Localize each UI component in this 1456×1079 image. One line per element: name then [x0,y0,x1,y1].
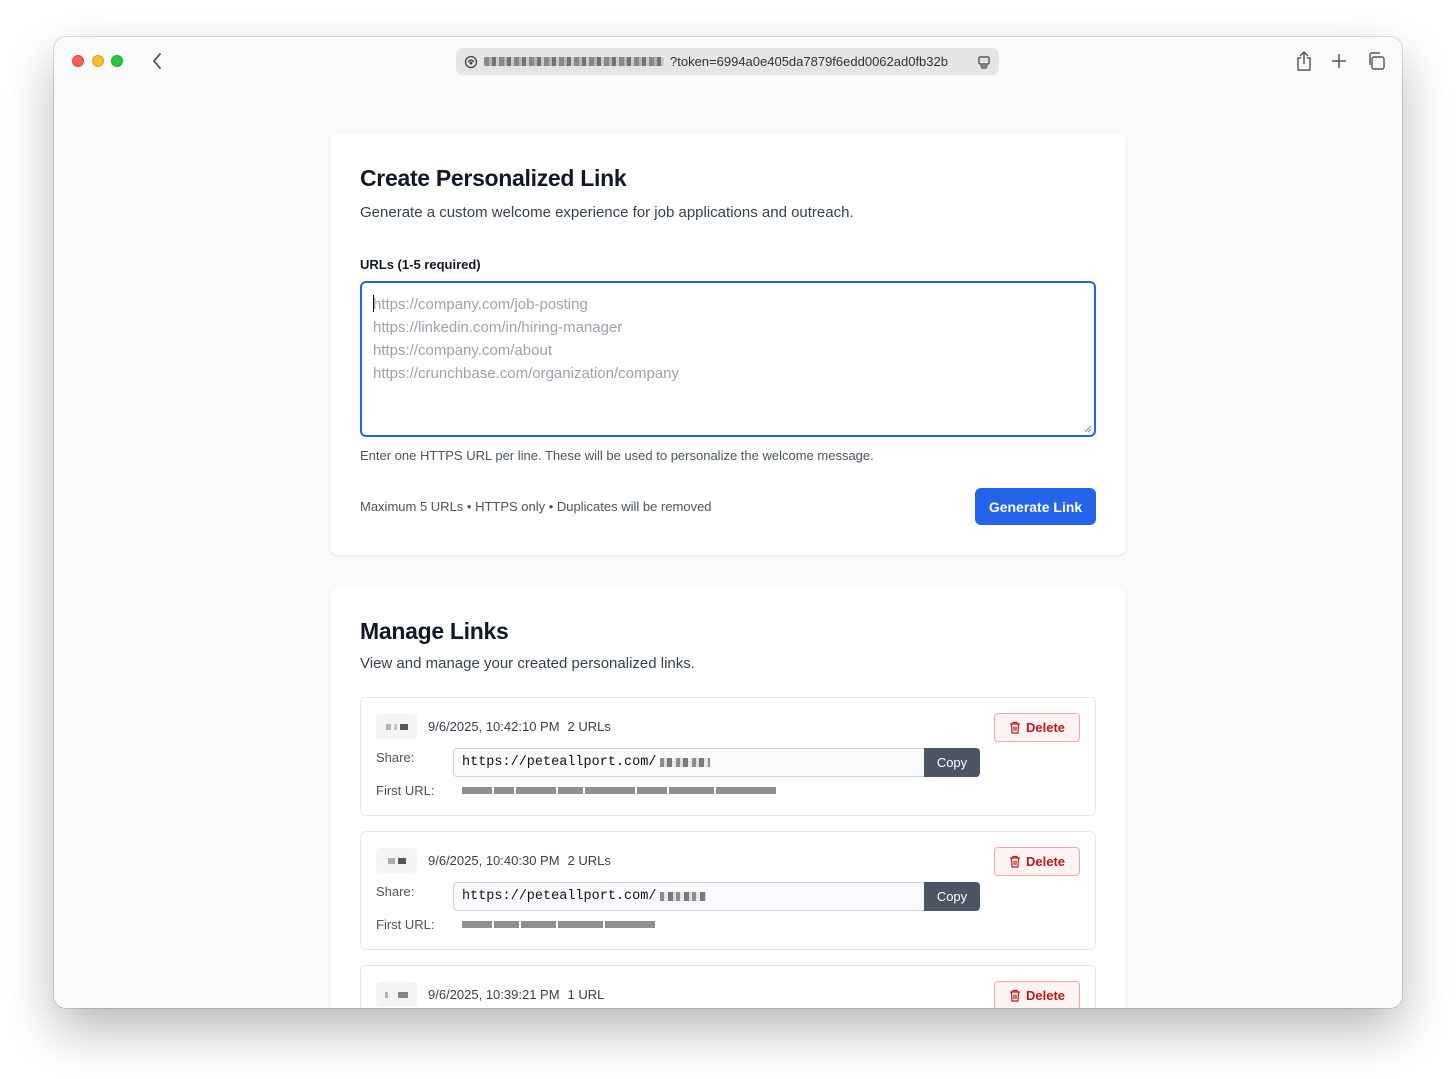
placeholder-line: https://company.com/about [373,342,552,359]
placeholder-line: https://linkedin.com/in/hiring-manager [373,319,623,336]
close-window-button[interactable] [72,55,84,67]
share-label: Share: [376,750,415,765]
share-icon [1297,51,1311,71]
share-url-text: https://peteallport.com/ [462,889,657,904]
address-text: ?token=6994a0e405da7879f6edd0062ad0fb32b [670,54,948,69]
copy-button[interactable]: Copy [924,882,980,911]
copy-button[interactable]: Copy [924,748,980,777]
delete-button[interactable]: Delete [994,713,1080,742]
share-button[interactable] [1293,50,1315,72]
minimize-window-button[interactable] [92,55,104,67]
address-bar[interactable]: ?token=6994a0e405da7879f6edd0062ad0fb32b [456,48,999,75]
redacted-first-url [462,920,655,929]
link-meta: 9/6/2025, 10:42:10 PM 2 URLs [428,719,611,734]
link-meta: 9/6/2025, 10:40:30 PM 2 URLs [428,853,611,868]
manage-title: Manage Links [360,618,509,644]
redacted-slug [376,714,417,739]
back-button[interactable] [146,49,168,73]
privacy-icon [464,55,478,68]
generate-link-button[interactable]: Generate Link [975,488,1096,525]
trash-icon [1009,855,1020,868]
link-item: 9/6/2025, 10:42:10 PM 2 URLs Delete Share… [360,697,1096,816]
create-subtitle: Generate a custom welcome experience for… [360,204,854,221]
browser-toolbar: ?token=6994a0e405da7879f6edd0062ad0fb32b [54,37,1402,85]
redacted-first-url [462,786,776,795]
link-created: 9/6/2025, 10:39:21 PM [428,987,560,1002]
redacted-domain [484,57,664,66]
resize-handle-icon[interactable] [1084,425,1092,433]
urls-label: URLs (1-5 required) [360,257,481,272]
tab-overview-button[interactable] [1365,50,1387,72]
manage-subtitle: View and manage your created personalize… [360,655,695,672]
link-created: 9/6/2025, 10:42:10 PM [428,719,560,734]
first-url-label: First URL: [376,783,435,798]
link-url-count: 2 URLs [567,853,611,868]
create-link-card: Create Personalized Link Generate a cust… [330,133,1126,555]
zoom-window-button[interactable] [111,55,123,67]
delete-button[interactable]: Delete [994,847,1080,876]
delete-button[interactable]: Delete [994,981,1080,1008]
placeholder-line: https://company.com/job-posting [373,295,588,313]
link-url-count: 2 URLs [567,719,611,734]
urls-textarea[interactable]: https://company.com/job-posting https://… [360,281,1096,437]
trash-icon [1009,721,1020,734]
browser-window: ?token=6994a0e405da7879f6edd0062ad0fb32b… [54,37,1402,1008]
share-label: Share: [376,884,415,899]
redacted-slug-text [660,758,711,767]
reader-icon [978,55,990,69]
share-url-input[interactable]: https://peteallport.com/ [453,882,925,911]
share-url-input[interactable]: https://peteallport.com/ [453,748,925,777]
urls-help-text: Enter one HTTPS URL per line. These will… [360,448,874,463]
redacted-slug [376,848,417,873]
manage-links-card: Manage Links View and manage your create… [330,587,1126,1008]
share-url-text: https://peteallport.com/ [462,755,657,770]
link-meta: 9/6/2025, 10:39:21 PM 1 URL [428,987,604,1002]
constraints-text: Maximum 5 URLs • HTTPS only • Duplicates… [360,499,712,514]
new-tab-button[interactable] [1328,50,1350,72]
tabs-icon [1369,52,1385,70]
plus-icon [1332,54,1346,68]
link-item: 9/6/2025, 10:40:30 PM 2 URLs Delete Share… [360,831,1096,950]
trash-icon [1009,989,1020,1002]
redacted-slug [376,982,417,1007]
first-url-label: First URL: [376,917,435,932]
link-created: 9/6/2025, 10:40:30 PM [428,853,560,868]
placeholder-line: https://crunchbase.com/organization/comp… [373,365,679,382]
redacted-slug-text [660,892,707,901]
page-title: Create Personalized Link [360,165,627,191]
link-url-count: 1 URL [567,987,605,1002]
link-item: 9/6/2025, 10:39:21 PM 1 URL Delete [360,965,1096,1008]
chevron-left-icon [153,53,161,69]
